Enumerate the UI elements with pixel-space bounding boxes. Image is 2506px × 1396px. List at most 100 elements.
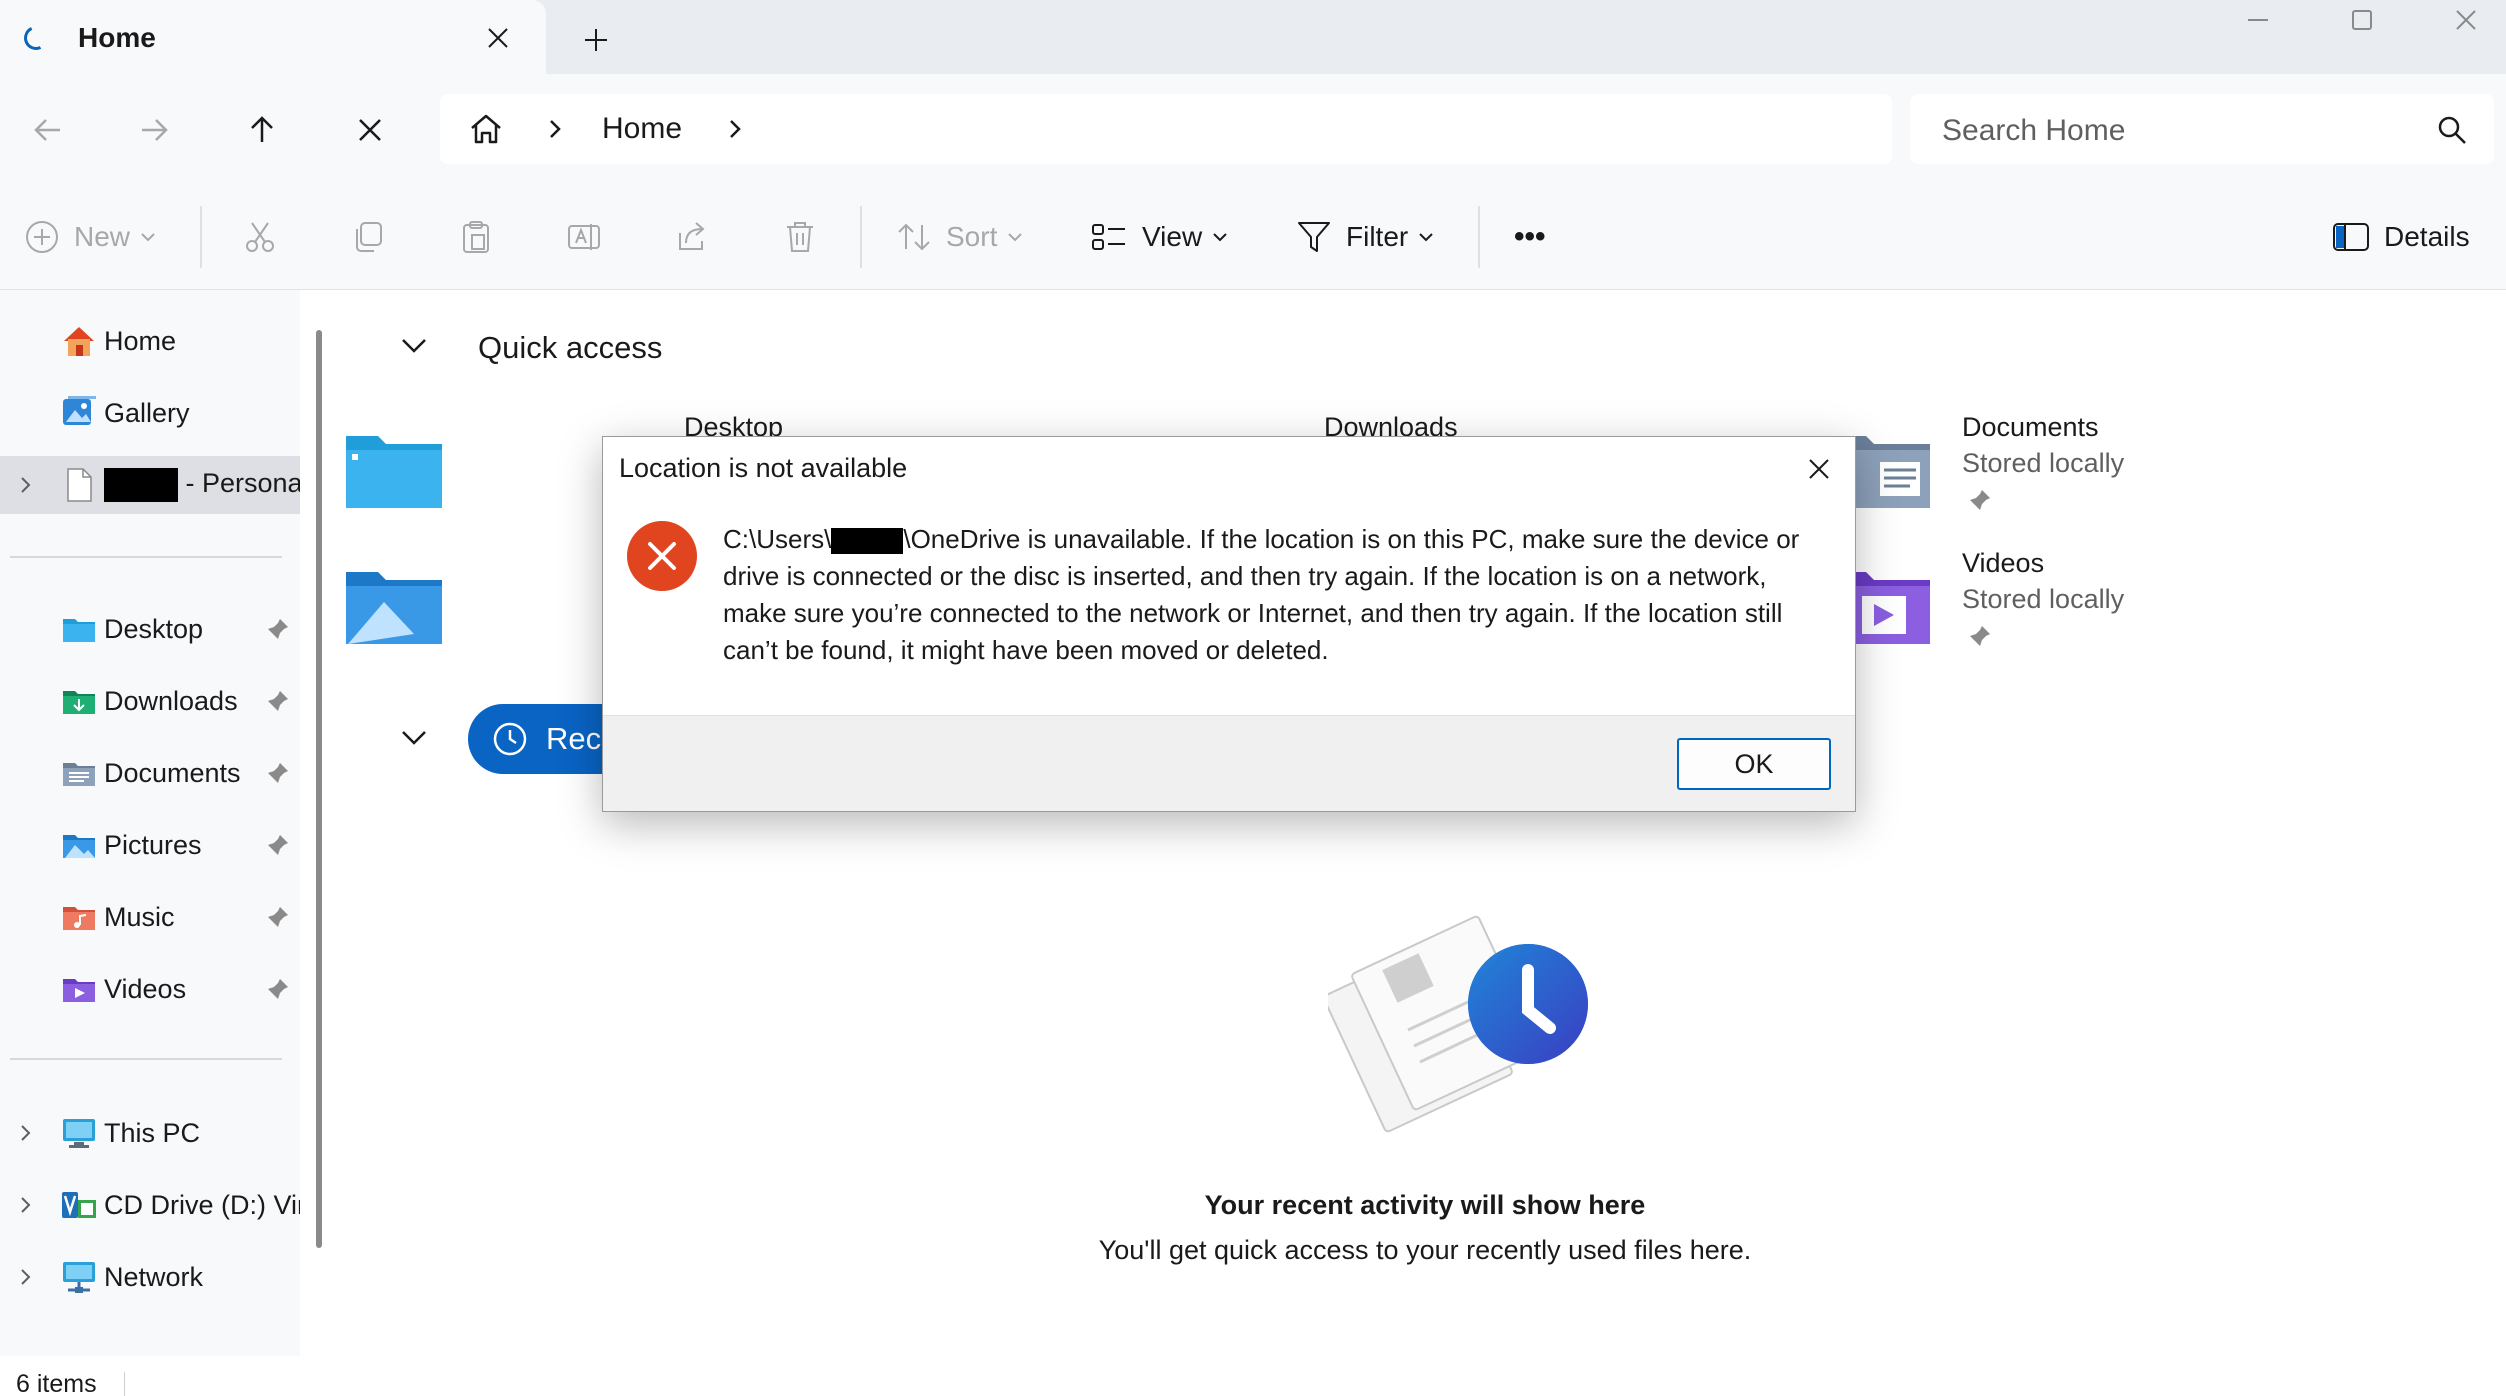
sidebar-item-this-pc[interactable]: This PC (0, 1104, 300, 1162)
sidebar-item-gallery[interactable]: Gallery (0, 384, 300, 442)
details-pane-icon (2333, 223, 2369, 251)
window-close-button[interactable] (2414, 0, 2506, 40)
search-placeholder: Search Home (1942, 114, 2126, 147)
pin-icon (1970, 626, 1990, 646)
plus-icon (585, 29, 607, 51)
expand-chevron[interactable] (14, 473, 38, 497)
dialog-title: Location is not available (619, 453, 908, 483)
sidebar-item-documents[interactable]: Documents (0, 744, 300, 802)
clock-icon (493, 722, 527, 756)
chevron-right-icon (21, 1197, 31, 1213)
chevron-right-icon (21, 1269, 31, 1285)
ok-button[interactable]: OK (1677, 738, 1831, 790)
dialog-close-button[interactable] (1799, 449, 1839, 489)
copy-button[interactable] (350, 214, 386, 260)
pin-icon[interactable] (266, 617, 290, 641)
pictures-folder-icon (346, 572, 442, 644)
tab-home[interactable]: Home (0, 0, 546, 74)
command-bar: New Sort View Filter ••• Details (0, 184, 2506, 290)
quick-access-status: Stored locally (1962, 584, 2125, 614)
expand-chevron[interactable] (14, 1265, 38, 1289)
filter-label: Filter (1346, 221, 1409, 252)
sidebar-item-label: Downloads (104, 685, 238, 716)
maximize-button[interactable] (2310, 0, 2414, 40)
new-button[interactable]: New (24, 214, 156, 260)
paste-button[interactable] (458, 214, 494, 260)
pin-icon[interactable] (266, 977, 290, 1001)
paste-icon (463, 221, 489, 253)
new-tab-button[interactable] (576, 20, 616, 60)
more-icon: ••• (1514, 220, 1546, 253)
expand-chevron[interactable] (14, 1121, 38, 1145)
sort-icon (898, 223, 930, 251)
pin-icon[interactable] (266, 905, 290, 929)
chevron-right-icon (21, 477, 31, 493)
home-crumb-button[interactable] (466, 109, 506, 149)
sidebar-item-desktop[interactable]: Desktop (0, 600, 300, 658)
pin-icon[interactable] (266, 689, 290, 713)
sidebar-item-cd-drive[interactable]: CD Drive (D:) Vir (0, 1176, 300, 1234)
document-icon (67, 468, 92, 502)
arrow-right-icon (142, 119, 168, 141)
pin-icon[interactable] (266, 833, 290, 857)
breadcrumb-home[interactable]: Home (602, 112, 682, 146)
music-folder-icon (63, 907, 95, 930)
quick-access-documents[interactable]: Documents Stored locally (1832, 412, 2392, 532)
sidebar-scrollbar[interactable] (316, 330, 322, 1248)
sidebar-item-network[interactable]: Network (0, 1248, 300, 1306)
back-button[interactable] (20, 102, 76, 158)
minimize-button[interactable] (2206, 0, 2310, 40)
more-options-button[interactable]: ••• (1514, 214, 1546, 260)
address-bar[interactable]: Home (440, 94, 1892, 164)
dialog-body: C:\Users\ \OneDrive is unavailable. If th… (603, 499, 1855, 715)
sidebar-item-onedrive-personal[interactable]: - Personal (0, 456, 300, 514)
sort-button[interactable]: Sort (896, 214, 1023, 260)
pc-icon (63, 1119, 95, 1148)
arrow-left-icon (34, 119, 60, 141)
cd-drive-icon (62, 1192, 96, 1218)
breadcrumb-chevron[interactable] (540, 114, 570, 144)
search-box[interactable]: Search Home (1910, 94, 2494, 164)
quick-access-videos[interactable]: Videos Stored locally (1832, 548, 2392, 668)
pin-icon[interactable] (266, 761, 290, 785)
view-label: View (1142, 221, 1203, 252)
separator (860, 206, 862, 268)
stop-button[interactable] (342, 102, 398, 158)
chevron-down-icon (402, 731, 426, 745)
sidebar-item-home[interactable]: Home (0, 312, 300, 370)
up-button[interactable] (234, 102, 290, 158)
recent-collapse-button[interactable] (396, 720, 432, 756)
breadcrumb-chevron[interactable] (720, 114, 750, 144)
tab-close-button[interactable] (478, 18, 518, 58)
separator (1478, 206, 1480, 268)
title-bar: Home (0, 0, 2506, 74)
dialog-footer: OK (603, 715, 1855, 811)
cut-button[interactable] (242, 214, 278, 260)
rename-button[interactable] (566, 214, 602, 260)
maximize-icon (2352, 10, 2372, 30)
details-button[interactable]: Details (2332, 214, 2470, 260)
new-icon (26, 221, 58, 253)
sidebar-item-pictures[interactable]: Pictures (0, 816, 300, 874)
close-icon (1809, 459, 1829, 479)
delete-button[interactable] (782, 214, 818, 260)
search-icon (2438, 116, 2466, 144)
sidebar-item-music[interactable]: Music (0, 888, 300, 946)
view-button[interactable]: View (1090, 214, 1228, 260)
forward-button[interactable] (126, 102, 182, 158)
tab-title: Home (78, 22, 156, 53)
sidebar-item-label: - Personal (104, 468, 300, 502)
address-row: Home Search Home (0, 74, 2506, 184)
share-button[interactable] (674, 214, 710, 260)
quick-access-collapse-button[interactable] (396, 328, 432, 364)
chevron-down-icon (141, 233, 155, 242)
sidebar-item-label-text: - Personal (178, 468, 301, 499)
arrow-up-icon (251, 116, 273, 142)
sidebar-item-videos[interactable]: Videos (0, 960, 300, 1018)
sidebar-item-downloads[interactable]: Downloads (0, 672, 300, 730)
close-icon (359, 119, 381, 141)
error-dialog: Location is not available C:\Users\ \OneD… (602, 436, 1856, 812)
expand-chevron[interactable] (14, 1193, 38, 1217)
filter-button[interactable]: Filter (1296, 214, 1434, 260)
chevron-down-icon (1213, 233, 1227, 242)
